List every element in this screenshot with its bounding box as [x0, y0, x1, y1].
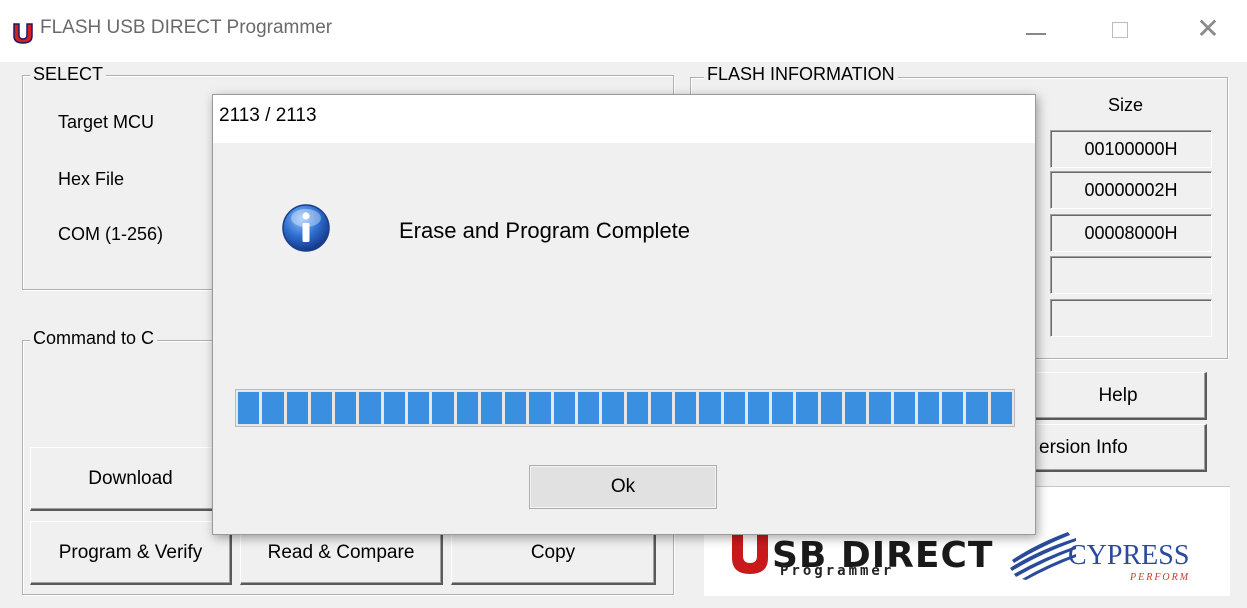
progress-segment [335, 392, 357, 424]
progress-segment [747, 392, 770, 424]
ok-button[interactable]: Ok [529, 465, 717, 509]
progress-segment [286, 392, 308, 424]
progress-segment [942, 392, 964, 424]
progress-segment [359, 392, 381, 424]
progress-dialog: 2113 / 2113 Erase and Program Complete O… [212, 94, 1036, 535]
progress-segment [917, 392, 940, 424]
maximize-icon[interactable] [1094, 8, 1150, 54]
progress-segment [456, 392, 478, 424]
size-header: Size [1108, 95, 1144, 115]
progress-segment [505, 392, 527, 424]
progress-segment [893, 392, 915, 424]
progress-segment [675, 392, 697, 424]
close-icon[interactable]: ✕ [1180, 8, 1236, 54]
dialog-message: Erase and Program Complete [399, 218, 691, 243]
hex-file-label: Hex File [58, 169, 125, 189]
progress-segment [990, 392, 1012, 424]
dialog-title-bar [213, 95, 1035, 143]
programmer-logo-text: Programmer [780, 563, 895, 579]
progress-segment [845, 392, 867, 424]
progress-segment [529, 392, 551, 424]
dialog-title: 2113 / 2113 [219, 105, 317, 126]
progress-segment [553, 392, 575, 424]
progress-segment [869, 392, 891, 424]
progress-segment [310, 392, 333, 424]
progress-segment [966, 392, 988, 424]
size-field-3: 00008000H [1050, 214, 1212, 252]
progress-segment [407, 392, 430, 424]
cypress-logo-text: CYPRESS [1068, 540, 1190, 571]
flash-info-label: FLASH INFORMATION [704, 64, 898, 85]
progress-segment [238, 392, 260, 424]
program-verify-button[interactable]: Program & Verify [30, 521, 232, 585]
minimize-icon[interactable] [1008, 8, 1064, 54]
select-group-label: SELECT [30, 64, 107, 85]
progress-segment [262, 392, 284, 424]
progress-segment [577, 392, 600, 424]
download-button[interactable]: Download [30, 447, 232, 511]
size-field-4 [1050, 256, 1212, 294]
size-field-5 [1050, 299, 1212, 337]
progress-bar [235, 389, 1015, 427]
window-title: FLASH USB DIRECT Programmer [40, 17, 333, 38]
progress-segment [820, 392, 843, 424]
com-label: COM (1-256) [58, 224, 164, 244]
progress-segment [432, 392, 454, 424]
usb-u-logo-icon [732, 534, 768, 574]
version-info-button[interactable]: ersion Info [1030, 424, 1207, 472]
progress-segment [772, 392, 794, 424]
size-field-2: 00000002H [1050, 171, 1212, 209]
progress-segment [602, 392, 624, 424]
command-group-label: Command to C [30, 328, 158, 349]
progress-segment [723, 392, 745, 424]
progress-segment [699, 392, 721, 424]
progress-segment [383, 392, 405, 424]
app-u-icon [13, 23, 33, 44]
target-mcu-label: Target MCU [58, 112, 155, 132]
progress-segment [650, 392, 673, 424]
progress-segment [796, 392, 818, 424]
help-button[interactable]: Help [1030, 372, 1207, 420]
perform-logo-text: PERFORM [1130, 572, 1191, 583]
progress-segment [480, 392, 503, 424]
progress-segment [626, 392, 648, 424]
info-icon [282, 204, 330, 252]
size-field-1: 00100000H [1050, 130, 1212, 168]
